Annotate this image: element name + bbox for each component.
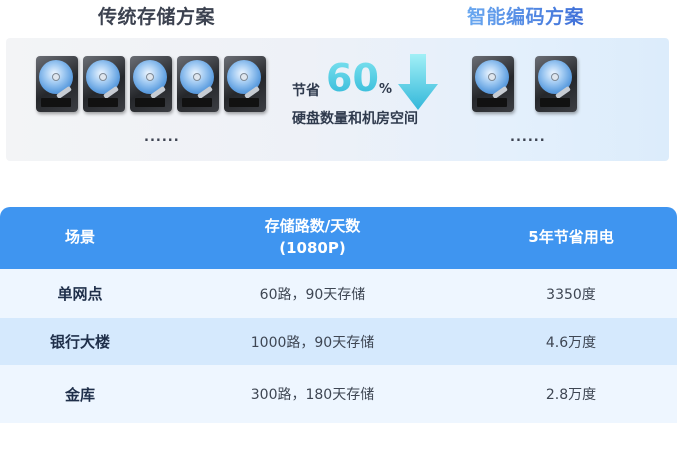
- hard-disk-icon: [83, 56, 125, 112]
- table-row: 单网点 60路，90天存储 3350度: [0, 269, 677, 318]
- more-disks-ellipsis: ......: [510, 130, 546, 145]
- cell-channels: 60路，90天存储: [259, 286, 366, 303]
- cell-saving: 4.6万度: [545, 334, 597, 351]
- header-saving: 5年节省用电: [528, 228, 614, 247]
- table-row: 银行大楼 1000路，90天存储 4.6万度: [0, 318, 677, 365]
- savings-percent: 60: [326, 56, 379, 100]
- traditional-storage-heading: 传统存储方案: [98, 6, 216, 28]
- table-row: 金库 300路，180天存储 2.8万度: [0, 365, 677, 423]
- more-disks-ellipsis: ......: [144, 130, 180, 145]
- table-header: 场景 存储路数/天数 (1080P) 5年节省用电: [0, 207, 677, 269]
- savings-unit: %: [379, 82, 393, 97]
- hard-disk-icon: [224, 56, 266, 112]
- header-channels: 存储路数/天数 (1080P): [160, 207, 465, 269]
- cell-scene: 金库: [64, 385, 95, 404]
- cell-channels: 1000路，90天存储: [250, 334, 375, 351]
- savings-description: 硬盘数量和机房空间: [292, 111, 418, 127]
- cell-scene: 单网点: [57, 285, 103, 303]
- hard-disk-icon: [535, 56, 577, 112]
- arrow-down-icon: [398, 54, 438, 110]
- cell-channels: 300路，180天存储: [250, 387, 375, 403]
- cell-saving: 2.8万度: [545, 387, 597, 403]
- cell-saving: 3350度: [546, 286, 596, 303]
- hard-disk-icon: [177, 56, 219, 112]
- smart-encoding-heading: 智能编码方案: [467, 2, 584, 29]
- hard-disk-icon: [472, 56, 514, 112]
- header-channels-line1: 存储路数/天数: [264, 217, 361, 236]
- cell-scene: 银行大楼: [49, 333, 110, 351]
- header-scene: 场景: [64, 228, 95, 247]
- power-saving-table: 场景 存储路数/天数 (1080P) 5年节省用电 单网点 60路，90天存储 …: [0, 207, 677, 423]
- hard-disk-icon: [130, 56, 172, 112]
- header-channels-line2: (1080P): [279, 239, 346, 257]
- hard-disk-icon: [36, 56, 78, 112]
- savings-prefix: 节省: [292, 83, 320, 99]
